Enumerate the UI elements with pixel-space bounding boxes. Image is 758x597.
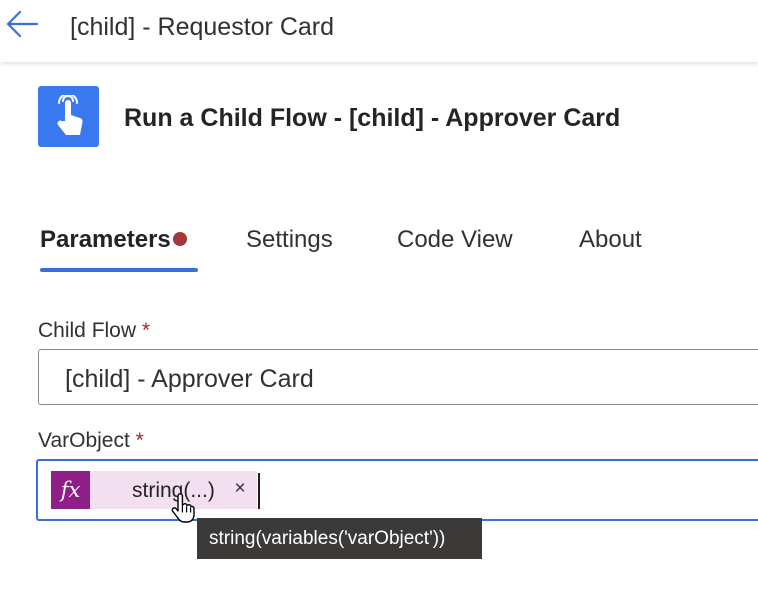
var-object-input[interactable]: fx string(...) × — [36, 459, 758, 521]
child-flow-value: [child] - Approver Card — [65, 365, 314, 393]
active-tab-indicator — [40, 268, 198, 272]
required-marker: * — [141, 319, 151, 342]
var-object-label-text: VarObject — [38, 429, 130, 452]
back-button[interactable] — [4, 6, 42, 44]
text-caret — [258, 473, 260, 509]
child-flow-select[interactable]: [child] - Approver Card — [38, 349, 758, 405]
action-icon-tile — [38, 86, 99, 147]
touch-hand-icon — [57, 94, 83, 135]
child-flow-label-text: Child Flow — [38, 319, 137, 342]
expression-token[interactable]: fx string(...) × — [51, 471, 257, 509]
child-flow-label: Child Flow * — [38, 318, 150, 344]
hand-pointer-cursor-icon — [171, 493, 195, 523]
token-remove-icon[interactable]: × — [231, 477, 249, 501]
expression-tooltip: string(variables('varObject')) — [197, 518, 482, 559]
tab-settings[interactable]: Settings — [246, 222, 333, 258]
tab-about[interactable]: About — [579, 222, 642, 258]
flow-title: [child] - Requestor Card — [70, 13, 335, 41]
tab-label: Parameters — [40, 226, 171, 253]
fx-icon: fx — [51, 471, 90, 509]
tab-parameters[interactable]: Parameters — [40, 222, 187, 258]
error-dot-icon — [172, 232, 187, 246]
var-object-label: VarObject * — [38, 428, 144, 454]
required-marker: * — [135, 429, 144, 452]
tab-code-view[interactable]: Code View — [397, 222, 513, 258]
header-bar: [child] - Requestor Card — [0, 0, 758, 62]
action-title: Run a Child Flow - [child] - Approver Ca… — [124, 104, 621, 132]
arrow-left-icon — [6, 10, 39, 38]
